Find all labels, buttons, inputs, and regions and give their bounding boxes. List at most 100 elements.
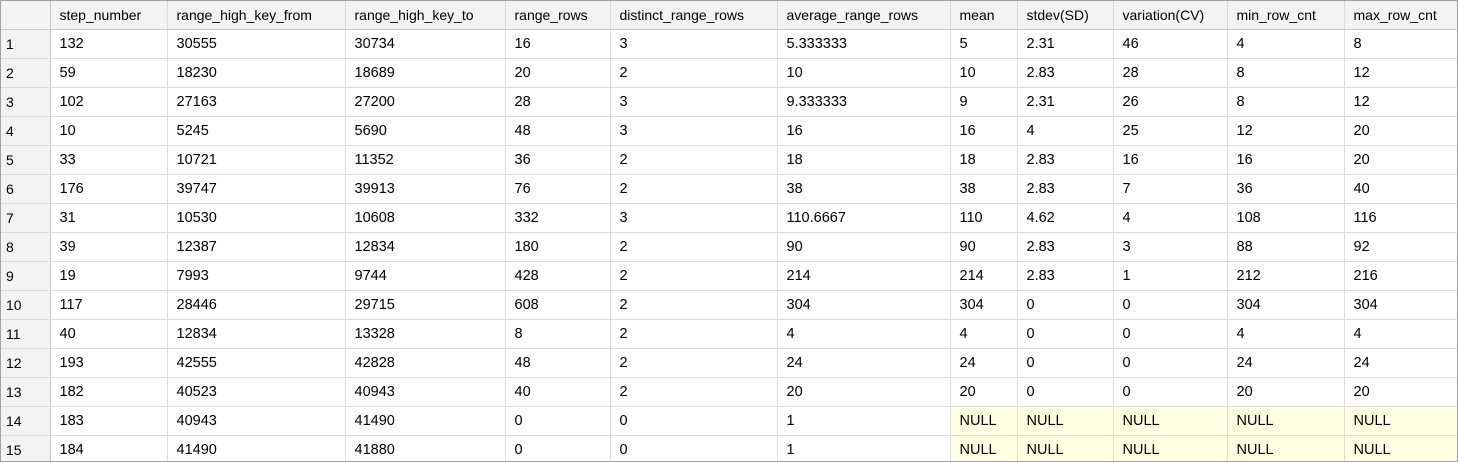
cell-min-row-cnt[interactable]: 212: [1227, 261, 1345, 291]
cell-range-rows[interactable]: 40: [505, 377, 611, 407]
table-row[interactable]: 2 59 18230 18689 20 2 10 10 2.83 28 8 12: [1, 58, 1457, 88]
cell-range-high-key-from[interactable]: 12387: [167, 232, 346, 262]
column-header-average-range-rows[interactable]: average_range_rows: [777, 1, 951, 30]
cell-distinct-range-rows[interactable]: 3: [610, 29, 778, 59]
table-row[interactable]: 15 184 41490 41880 0 0 1 NULL NULL NULL NULL NULL: [1, 435, 1457, 461]
cell-range-rows[interactable]: 48: [505, 116, 611, 146]
cell-average-range-rows[interactable]: 304: [777, 290, 951, 320]
cell-max-row-cnt[interactable]: 20: [1344, 116, 1457, 146]
cell-stdev-sd[interactable]: 2.83: [1017, 174, 1114, 204]
cell-mean[interactable]: 10: [950, 58, 1018, 88]
cell-average-range-rows[interactable]: 110.6667: [777, 203, 951, 233]
cell-distinct-range-rows[interactable]: 3: [610, 203, 778, 233]
cell-step-number[interactable]: 10: [50, 116, 168, 146]
cell-distinct-range-rows[interactable]: 2: [610, 145, 778, 175]
cell-step-number[interactable]: 176: [50, 174, 168, 204]
cell-variation-cv[interactable]: NULL: [1113, 406, 1228, 436]
cell-max-row-cnt[interactable]: NULL: [1344, 406, 1457, 436]
cell-distinct-range-rows[interactable]: 2: [610, 348, 778, 378]
cell-range-rows[interactable]: 332: [505, 203, 611, 233]
cell-distinct-range-rows[interactable]: 2: [610, 290, 778, 320]
cell-distinct-range-rows[interactable]: 2: [610, 261, 778, 291]
cell-distinct-range-rows[interactable]: 3: [610, 116, 778, 146]
row-number-cell[interactable]: 11: [1, 319, 51, 349]
row-number-cell[interactable]: 14: [1, 406, 51, 436]
cell-range-high-key-to[interactable]: 9744: [345, 261, 506, 291]
cell-range-high-key-from[interactable]: 18230: [167, 58, 346, 88]
table-row[interactable]: 8 39 12387 12834 180 2 90 90 2.83 3 88 92: [1, 232, 1457, 262]
cell-range-high-key-to[interactable]: 12834: [345, 232, 506, 262]
cell-min-row-cnt[interactable]: 8: [1227, 87, 1345, 117]
cell-min-row-cnt[interactable]: 24: [1227, 348, 1345, 378]
cell-average-range-rows[interactable]: 24: [777, 348, 951, 378]
cell-stdev-sd[interactable]: 0: [1017, 348, 1114, 378]
cell-average-range-rows[interactable]: 16: [777, 116, 951, 146]
cell-range-high-key-from[interactable]: 40943: [167, 406, 346, 436]
cell-range-rows[interactable]: 180: [505, 232, 611, 262]
cell-distinct-range-rows[interactable]: 0: [610, 406, 778, 436]
cell-distinct-range-rows[interactable]: 2: [610, 232, 778, 262]
cell-average-range-rows[interactable]: 90: [777, 232, 951, 262]
cell-stdev-sd[interactable]: NULL: [1017, 406, 1114, 436]
cell-step-number[interactable]: 59: [50, 58, 168, 88]
cell-range-high-key-from[interactable]: 30555: [167, 29, 346, 59]
cell-max-row-cnt[interactable]: 12: [1344, 87, 1457, 117]
cell-range-rows[interactable]: 36: [505, 145, 611, 175]
cell-stdev-sd[interactable]: 4.62: [1017, 203, 1114, 233]
column-header-range-high-key-to[interactable]: range_high_key_to: [345, 1, 506, 30]
cell-range-high-key-from[interactable]: 42555: [167, 348, 346, 378]
column-header-variation[interactable]: variation(CV): [1113, 1, 1228, 30]
cell-stdev-sd[interactable]: 2.31: [1017, 29, 1114, 59]
cell-variation-cv[interactable]: 0: [1113, 290, 1228, 320]
row-number-cell[interactable]: 12: [1, 348, 51, 378]
cell-mean[interactable]: 9: [950, 87, 1018, 117]
cell-mean[interactable]: 38: [950, 174, 1018, 204]
table-row[interactable]: 9 19 7993 9744 428 2 214 214 2.83 1 212 216: [1, 261, 1457, 291]
cell-min-row-cnt[interactable]: 4: [1227, 29, 1345, 59]
cell-mean[interactable]: 20: [950, 377, 1018, 407]
cell-max-row-cnt[interactable]: NULL: [1344, 435, 1457, 461]
cell-variation-cv[interactable]: 3: [1113, 232, 1228, 262]
cell-min-row-cnt[interactable]: 36: [1227, 174, 1345, 204]
cell-mean[interactable]: 16: [950, 116, 1018, 146]
row-number-cell[interactable]: 15: [1, 435, 51, 461]
column-header-step-number[interactable]: step_number: [50, 1, 168, 30]
column-header-range-high-key-from[interactable]: range_high_key_from: [167, 1, 346, 30]
cell-mean[interactable]: NULL: [950, 406, 1018, 436]
column-header-min-row-cnt[interactable]: min_row_cnt: [1227, 1, 1345, 30]
cell-average-range-rows[interactable]: 10: [777, 58, 951, 88]
cell-mean[interactable]: 304: [950, 290, 1018, 320]
cell-range-high-key-from[interactable]: 28446: [167, 290, 346, 320]
table-row[interactable]: 7 31 10530 10608 332 3 110.6667 110 4.62 4 108 116: [1, 203, 1457, 233]
row-number-cell[interactable]: 8: [1, 232, 51, 262]
cell-range-high-key-to[interactable]: 11352: [345, 145, 506, 175]
cell-mean[interactable]: 18: [950, 145, 1018, 175]
cell-range-high-key-to[interactable]: 41880: [345, 435, 506, 461]
cell-range-high-key-from[interactable]: 41490: [167, 435, 346, 461]
cell-max-row-cnt[interactable]: 24: [1344, 348, 1457, 378]
cell-distinct-range-rows[interactable]: 0: [610, 435, 778, 461]
cell-max-row-cnt[interactable]: 40: [1344, 174, 1457, 204]
cell-mean[interactable]: 5: [950, 29, 1018, 59]
cell-max-row-cnt[interactable]: 92: [1344, 232, 1457, 262]
cell-max-row-cnt[interactable]: 20: [1344, 145, 1457, 175]
cell-stdev-sd[interactable]: 0: [1017, 290, 1114, 320]
table-row[interactable]: 6 176 39747 39913 76 2 38 38 2.83 7 36 40: [1, 174, 1457, 204]
cell-range-rows[interactable]: 28: [505, 87, 611, 117]
cell-step-number[interactable]: 117: [50, 290, 168, 320]
cell-mean[interactable]: 90: [950, 232, 1018, 262]
cell-min-row-cnt[interactable]: 8: [1227, 58, 1345, 88]
cell-variation-cv[interactable]: 28: [1113, 58, 1228, 88]
cell-average-range-rows[interactable]: 1: [777, 435, 951, 461]
cell-min-row-cnt[interactable]: 12: [1227, 116, 1345, 146]
cell-range-high-key-to[interactable]: 18689: [345, 58, 506, 88]
cell-max-row-cnt[interactable]: 216: [1344, 261, 1457, 291]
row-number-cell[interactable]: 5: [1, 145, 51, 175]
cell-max-row-cnt[interactable]: 116: [1344, 203, 1457, 233]
cell-range-rows[interactable]: 608: [505, 290, 611, 320]
cell-variation-cv[interactable]: 46: [1113, 29, 1228, 59]
cell-distinct-range-rows[interactable]: 2: [610, 174, 778, 204]
cell-range-high-key-to[interactable]: 40943: [345, 377, 506, 407]
cell-min-row-cnt[interactable]: NULL: [1227, 435, 1345, 461]
cell-range-rows[interactable]: 16: [505, 29, 611, 59]
